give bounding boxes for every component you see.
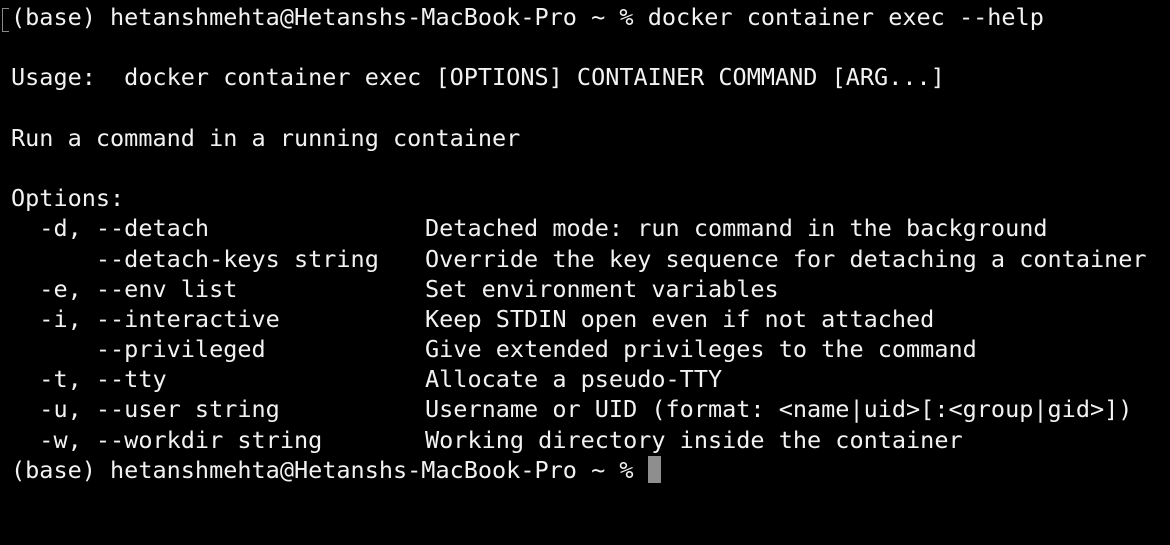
description-line: Run a command in a running container [11,123,521,152]
option-flag: -t, --tty [11,365,167,394]
line-mark-icon [2,8,9,32]
option-row-env: -e, --env list Set environment variables [11,274,1170,304]
option-row-tty: -t, --tty Allocate a pseudo-TTY [11,364,1170,394]
terminal-window[interactable]: (base) hetanshmehta@Hetanshs-MacBook-Pro… [0,0,1170,496]
command-line: (base) hetanshmehta@Hetanshs-MacBook-Pro… [11,2,1170,32]
option-description: Keep STDIN open even if not attached [425,304,935,333]
option-row-interactive: -i, --interactive Keep STDIN open even i… [11,304,1170,334]
text-cursor [647,455,661,483]
option-flag: --privileged [11,335,266,364]
shell-prompt: (base) hetanshmehta@Hetanshs-MacBook-Pro… [11,455,634,484]
option-flag: -w, --workdir string [11,425,323,454]
entered-command: docker container exec --help [647,3,1044,31]
option-flag: -e, --env list [11,274,238,303]
option-flag: -u, --user string [11,395,280,424]
option-row-user: -u, --user string Username or UID (forma… [11,394,1170,424]
option-row-detach-keys: --detach-keys string Override the key se… [11,244,1170,274]
input-line[interactable]: (base) hetanshmehta@Hetanshs-MacBook-Pro… [11,455,1170,485]
options-list: -d, --detach Detached mode: run command … [11,213,1170,455]
usage-line: Usage: docker container exec [OPTIONS] C… [11,63,945,92]
options-header: Options: [11,184,125,213]
option-description: Working directory inside the container [425,425,963,454]
option-flag: -i, --interactive [11,304,280,333]
option-description: Allocate a pseudo-TTY [425,365,723,394]
option-description: Set environment variables [425,274,779,303]
option-description: Username or UID (format: <name|uid>[:<gr… [425,395,1133,424]
option-flag: -d, --detach [11,214,210,243]
shell-prompt: (base) hetanshmehta@Hetanshs-MacBook-Pro… [11,3,634,31]
option-row-detach: -d, --detach Detached mode: run command … [11,213,1170,243]
option-flag: --detach-keys string [11,244,379,273]
option-description: Give extended privileges to the command [425,335,977,364]
option-description: Override the key sequence for detaching … [425,244,1147,273]
option-row-workdir: -w, --workdir string Working directory i… [11,425,1170,455]
option-row-privileged: --privileged Give extended privileges to… [11,334,1170,364]
option-description: Detached mode: run command in the backgr… [425,214,1048,243]
